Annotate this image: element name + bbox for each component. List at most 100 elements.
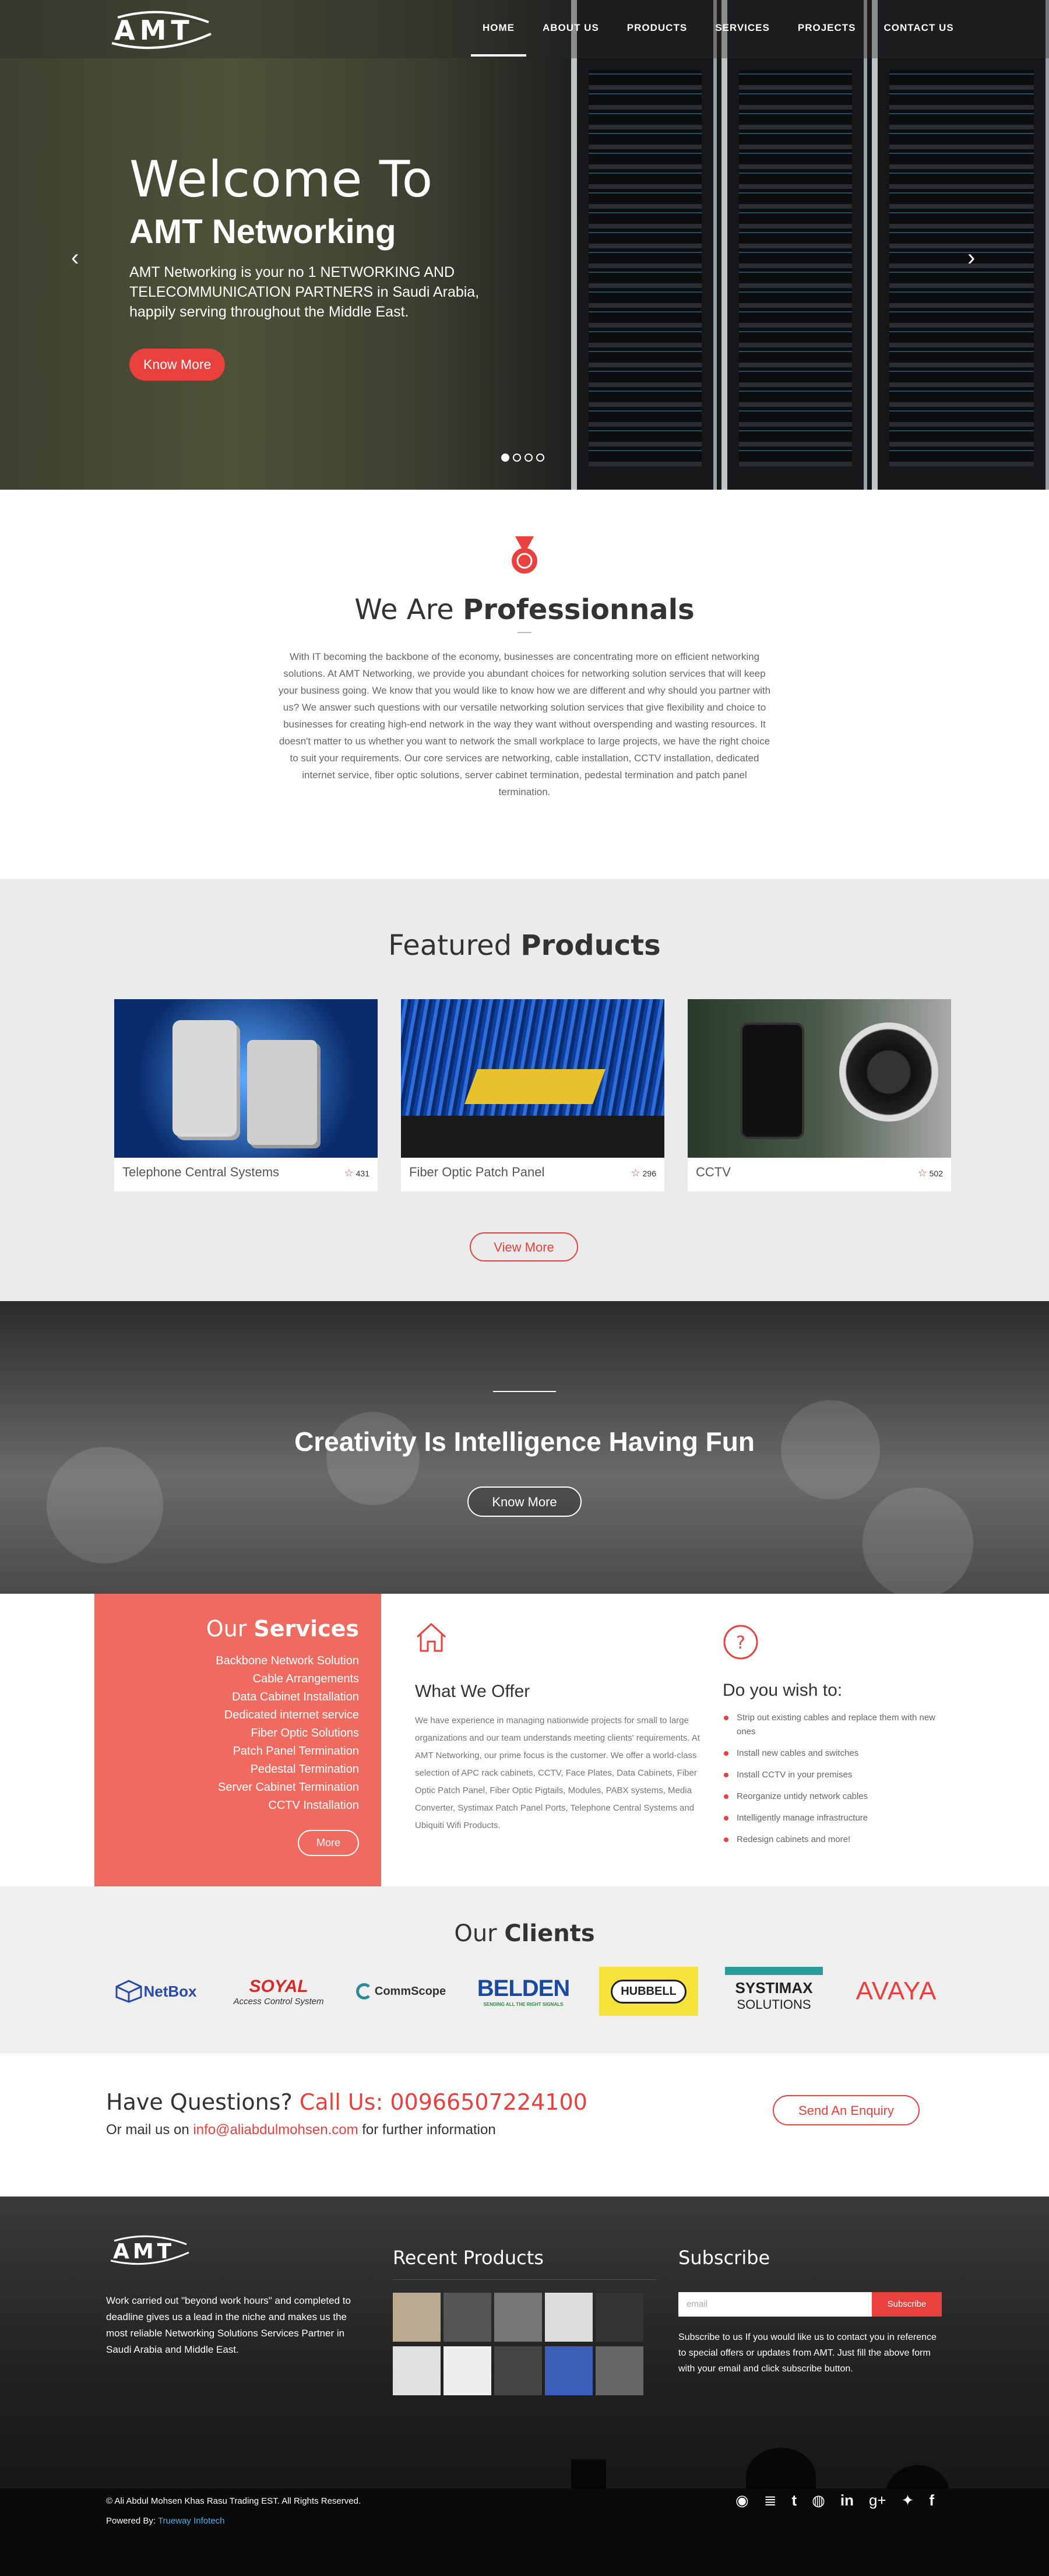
service-link[interactable]: Data Cabinet Installation: [94, 1688, 359, 1706]
questions-heading: Have Questions? Call Us: 00966507224100: [106, 2089, 587, 2115]
service-link[interactable]: Fiber Optic Solutions: [94, 1724, 359, 1742]
wish-item: Reorganize untidy network cables: [723, 1790, 956, 1804]
linkedin-icon[interactable]: in: [840, 2491, 854, 2510]
client-name: CommScope: [374, 1984, 446, 1998]
slider-dot[interactable]: [513, 454, 521, 462]
google-plus-icon[interactable]: g+: [869, 2491, 886, 2510]
decorative-bubble: [863, 1488, 973, 1594]
slider-next-arrow-icon[interactable]: ›: [967, 245, 975, 271]
service-link[interactable]: CCTV Installation: [94, 1797, 359, 1815]
hero-know-more-button[interactable]: Know More: [129, 349, 226, 381]
product-count: ☆ 431: [344, 1167, 369, 1179]
nav-about-us[interactable]: ABOUT US: [543, 22, 599, 57]
product-count-value: 502: [929, 1169, 943, 1178]
server-rack-image: [872, 0, 1049, 490]
product-name[interactable]: Fiber Optic Patch Panel: [409, 1165, 544, 1180]
nav-projects[interactable]: PROJECTS: [798, 22, 856, 57]
slider-dots: [501, 454, 544, 462]
client-logo-netbox: NetBox: [104, 1967, 207, 2016]
server-rack-image: [571, 0, 717, 490]
client-logo-systimax: SYSTIMAX SOLUTIONS: [725, 1967, 823, 2016]
mail-suffix: for further information: [358, 2122, 496, 2138]
recent-product-thumb[interactable]: [545, 2346, 593, 2395]
hero-title-line1: Welcome To: [129, 150, 434, 209]
services-list: Backbone Network Solution Cable Arrangem…: [94, 1652, 359, 1815]
mail-prefix: Or mail us on: [106, 2122, 193, 2138]
creativity-title: Creativity Is Intelligence Having Fun: [294, 1426, 755, 1457]
slider-dot[interactable]: [501, 454, 509, 462]
recent-product-thumb[interactable]: [596, 2293, 643, 2342]
services-title: Our Services: [94, 1616, 359, 1642]
services-title-bold: Services: [254, 1616, 359, 1642]
product-name[interactable]: CCTV: [696, 1165, 731, 1180]
recent-product-thumb[interactable]: [393, 2346, 441, 2395]
slider-dot[interactable]: [524, 454, 533, 462]
recent-product-thumb[interactable]: [494, 2346, 542, 2395]
service-link[interactable]: Server Cabinet Termination: [94, 1779, 359, 1797]
call-us-phone[interactable]: Call Us: 00966507224100: [300, 2089, 587, 2115]
main-nav: HOME ABOUT US PRODUCTS SERVICES PROJECTS…: [471, 22, 954, 57]
wish-item: Install CCTV in your premises: [723, 1768, 956, 1782]
subscribe-button[interactable]: Subscribe: [872, 2292, 942, 2317]
recent-product-thumb[interactable]: [443, 2346, 491, 2395]
top-navbar: AMT HOME ABOUT US PRODUCTS SERVICES PROJ…: [0, 0, 1049, 58]
server-rack-image: [721, 0, 867, 490]
product-card[interactable]: CCTV ☆ 502: [688, 999, 951, 1192]
send-enquiry-button[interactable]: Send An Enquiry: [773, 2095, 920, 2125]
creativity-know-more-button[interactable]: Know More: [467, 1486, 582, 1517]
clients-section: Our Clients NetBox SOYAL Access Control …: [0, 1886, 1049, 2053]
service-link[interactable]: Backbone Network Solution: [94, 1652, 359, 1670]
client-subtext: SOLUTIONS: [737, 1997, 811, 2012]
offer-text: We have experience in managing nationwid…: [415, 1716, 700, 1830]
site-logo[interactable]: AMT: [106, 9, 218, 50]
tumblr-icon[interactable]: t: [791, 2491, 797, 2510]
recent-product-thumb[interactable]: [494, 2293, 542, 2342]
twitter-icon[interactable]: ✦: [902, 2491, 914, 2510]
product-image-telephone[interactable]: [114, 999, 378, 1158]
services-more-button[interactable]: More: [297, 1830, 359, 1856]
service-link[interactable]: Dedicated internet service: [94, 1706, 359, 1724]
product-name[interactable]: Telephone Central Systems: [122, 1165, 279, 1180]
product-image-cctv[interactable]: [688, 999, 951, 1158]
footer-recent-products: Recent Products: [393, 2197, 656, 2395]
svg-text:AMT: AMT: [113, 2240, 175, 2264]
email-link[interactable]: info@aliabdulmohsen.com: [193, 2122, 358, 2138]
product-image-fiber-patch-panel[interactable]: [401, 999, 664, 1158]
recent-product-thumb[interactable]: [393, 2293, 441, 2342]
product-card[interactable]: Fiber Optic Patch Panel ☆ 296: [401, 999, 664, 1192]
facebook-icon[interactable]: f: [929, 2491, 934, 2510]
client-name: HUBBELL: [611, 1979, 687, 2004]
client-subtext: SENDING ALL THE RIGHT SIGNALS: [483, 2002, 564, 2007]
service-link[interactable]: Patch Panel Termination: [94, 1742, 359, 1760]
product-card[interactable]: Telephone Central Systems ☆ 431: [114, 999, 378, 1192]
wish-title: Do you wish to:: [723, 1681, 843, 1700]
recent-product-thumb[interactable]: [596, 2346, 643, 2395]
slider-prev-arrow-icon[interactable]: ‹: [71, 245, 79, 271]
github-icon[interactable]: ◉: [735, 2491, 749, 2510]
services-title-light: Our: [206, 1616, 254, 1642]
powered-link[interactable]: Trueway Infotech: [158, 2516, 225, 2526]
dribbble-icon[interactable]: ◍: [812, 2491, 825, 2510]
nav-contact-us[interactable]: CONTACT US: [884, 22, 954, 57]
footer-logo[interactable]: AMT: [106, 2234, 193, 2266]
recent-product-thumb[interactable]: [443, 2293, 491, 2342]
subscribe-text: Subscribe to us If you would like us to …: [678, 2332, 937, 2374]
slider-dot[interactable]: [536, 454, 544, 462]
service-link[interactable]: Pedestal Termination: [94, 1760, 359, 1779]
nav-services[interactable]: SERVICES: [715, 22, 770, 57]
netbox-cube-icon: [115, 1980, 142, 2003]
nav-products[interactable]: PRODUCTS: [627, 22, 687, 57]
client-logo-avaya: AVAYA: [844, 1967, 949, 2016]
service-link[interactable]: Cable Arrangements: [94, 1670, 359, 1688]
subscribe-email-input[interactable]: email: [678, 2292, 872, 2317]
stackexchange-icon[interactable]: ≣: [764, 2491, 777, 2510]
recent-product-thumb[interactable]: [545, 2293, 593, 2342]
view-more-button[interactable]: View More: [470, 1232, 578, 1261]
client-logo-commscope: CommScope: [349, 1967, 453, 2016]
contact-cta-section: Have Questions? Call Us: 00966507224100 …: [0, 2053, 1049, 2197]
services-box: Our Services Backbone Network Solution C…: [94, 1594, 381, 1886]
nav-home[interactable]: HOME: [471, 22, 526, 57]
powered-prefix: Powered By:: [106, 2516, 158, 2526]
product-count-value: 431: [355, 1169, 369, 1178]
about-section: We Are Professionnals With IT becoming t…: [0, 490, 1049, 879]
